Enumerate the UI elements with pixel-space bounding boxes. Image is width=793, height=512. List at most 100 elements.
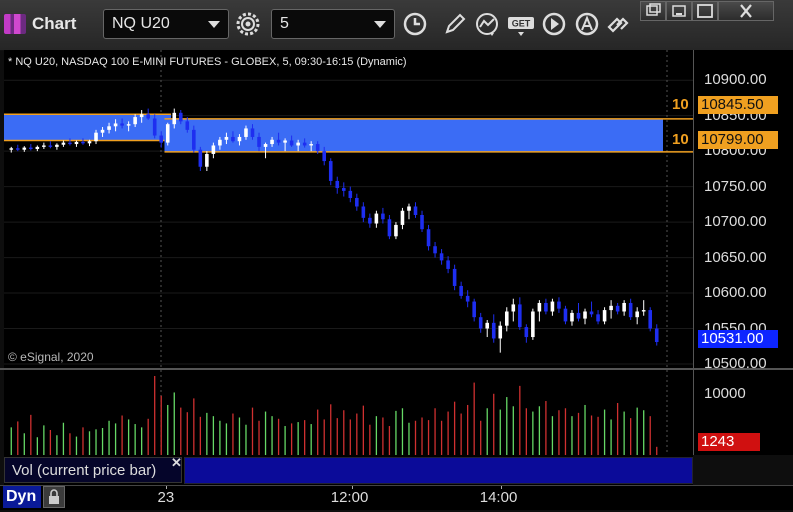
price-axis[interactable]: 10900.00 10850.00 10800.00 10750.00 10700.00… [672,50,793,372]
close-study-icon[interactable]: ✕ [171,455,182,471]
time-axis-label: 23 [157,489,175,506]
study-bar: Vol (current price bar) ✕ [4,455,693,485]
candle-body [518,304,522,328]
volume-chart[interactable] [4,370,693,455]
annotation-icon [575,12,599,36]
candle-body [205,153,209,167]
candle-body [576,312,581,319]
candle-body [654,328,659,343]
candle-body [172,112,177,125]
volume-study-tab[interactable]: Vol (current price bar) [4,457,182,483]
candle-body [465,295,470,302]
candle-body [459,285,463,296]
indicator-icon [476,13,498,36]
candle-body [635,311,639,318]
candle-body [231,136,235,142]
candle-body [628,302,633,318]
candle-body [244,128,248,137]
lock-button[interactable] [43,486,65,508]
candle-body [107,126,111,130]
time-axis-label: 12:00 [330,489,369,506]
play-icon [542,12,566,36]
candle-body [335,180,340,189]
candle-body [315,144,320,152]
candle-body [400,210,405,225]
candle-body [133,117,137,125]
interval-select[interactable]: 5 [271,9,395,39]
candle-body [544,302,548,312]
dynamic-mode-button[interactable]: Dyn [3,486,41,508]
candle-body [224,136,229,140]
candle-body [139,114,144,118]
candle-body [296,142,300,146]
indicators-button[interactable] [472,9,502,39]
candle-body [420,215,424,230]
candle-body [146,114,150,119]
candle-body [257,136,261,147]
candle-body [563,308,568,322]
candle-body [29,147,33,150]
price-axis-label: 10900.00 [704,71,767,89]
candle-body [263,144,268,147]
candle-body [452,268,457,286]
volume-axis[interactable]: 10000 1243 [693,370,793,455]
candle-body [368,217,372,224]
candle-body [55,144,59,147]
settings-icon [236,12,260,36]
maximize-button[interactable] [692,1,718,21]
candle-body [557,301,561,309]
price-chart[interactable]: * NQ U20, NASDAQ 100 E-MINI FUTURES - GL… [4,50,693,368]
close-button[interactable] [718,1,774,21]
candle-body [413,206,418,215]
candle-body [159,135,164,143]
candle-body [596,314,600,322]
candle-body [485,322,490,329]
restore-button[interactable] [640,1,666,21]
candle-body [178,112,183,122]
link-button[interactable] [603,9,633,39]
candle-body [341,188,346,191]
candle-body [583,311,587,319]
restore-icon [646,3,661,16]
candle-body [192,129,196,150]
candle-body [270,139,274,145]
settings-button[interactable] [233,9,263,39]
candle-body [322,151,327,162]
candle-body [250,128,255,137]
get-data-button[interactable]: GET [506,9,536,39]
candle-body [61,142,66,145]
candle-body [374,213,379,224]
candle-body [94,132,98,142]
candle-body [302,142,307,146]
annotate-button[interactable] [572,9,602,39]
candle-body [289,140,294,146]
volume-study-label: Vol (current price bar) [12,462,157,479]
candle-body [589,311,594,315]
candle-body [74,141,79,145]
candle-body [348,190,353,198]
candle-body [198,149,203,167]
link-icon [607,17,629,33]
supply-zone [4,114,171,141]
time-button[interactable] [400,9,430,39]
candle-body [491,322,496,339]
draw-button[interactable] [440,9,470,39]
time-axis-tick [352,486,353,489]
zone-upper-prefix: 10 [672,96,689,113]
candle-body [381,213,385,220]
volume-bars [10,370,668,455]
candle-body [309,144,313,146]
price-axis-label: 10700.00 [704,213,767,231]
candle-body [622,302,626,312]
time-axis[interactable]: 23 12:00 14:00 [0,485,793,510]
candle-body [276,139,281,143]
replay-button[interactable] [539,9,569,39]
candle-body [531,311,535,338]
symbol-select[interactable]: NQ U20 [103,9,229,39]
candle-body [48,145,53,147]
candle-body [328,161,333,181]
minimize-button[interactable] [666,1,692,21]
window-title-text: Chart [32,14,77,33]
candle-body [498,325,503,339]
candle-body [394,224,398,237]
